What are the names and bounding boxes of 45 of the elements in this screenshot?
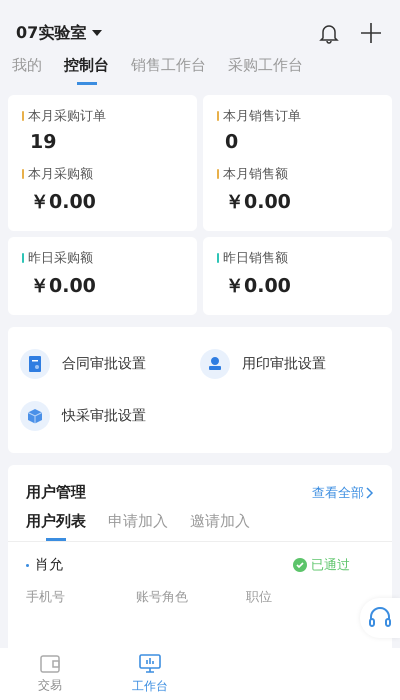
stat-value: 0 (224, 131, 240, 153)
stat-label: 昨日采购额 (28, 250, 93, 267)
stat-value: ￥0.00 (224, 274, 292, 299)
tab[interactable]: 用户列表 (26, 512, 86, 541)
stat-label: 本月采购额 (28, 166, 93, 183)
caret-icon (92, 30, 102, 36)
stat-label: 本月采购订单 (28, 108, 106, 125)
add-button[interactable] (360, 22, 382, 44)
document-icon (28, 356, 42, 372)
wallet-icon (40, 654, 60, 672)
nav-tab[interactable]: 工作台 (100, 648, 200, 700)
headset-icon (368, 606, 392, 630)
user-name: 肖允 (35, 556, 63, 574)
tab[interactable]: 邀请加入 (190, 512, 250, 541)
stat-label: 昨日销售额 (223, 250, 288, 267)
field-label: 账号角色 (136, 589, 189, 606)
section-title: 用户管理 (26, 483, 86, 502)
field-label: 手机号 (26, 589, 66, 606)
bullet-icon (26, 564, 29, 566)
support-button[interactable] (360, 598, 400, 638)
tab[interactable]: 采购工作台 (228, 56, 303, 85)
approval-setting-link[interactable]: 快采审批设置 (20, 401, 200, 431)
organization-selector[interactable]: 07实验室 (16, 22, 102, 44)
monitor-icon (139, 654, 161, 674)
stat-value: ￥0.00 (29, 190, 97, 215)
stat-value: ￥0.00 (224, 190, 292, 215)
check-circle-icon (293, 558, 307, 572)
stat-label: 本月销售订单 (223, 108, 301, 125)
approval-setting-link[interactable]: 用印审批设置 (200, 349, 380, 379)
status-label: 已通过 (293, 556, 350, 574)
tab[interactable]: 销售工作台 (131, 56, 206, 85)
tab[interactable]: 申请加入 (108, 512, 168, 541)
approval-setting-link[interactable]: 合同审批设置 (20, 349, 200, 379)
stamp-icon (207, 356, 223, 372)
view-all-link[interactable]: 查看全部 (312, 484, 374, 502)
stat-value: 19 (29, 131, 58, 153)
field-label: 职位 (246, 589, 273, 606)
tab[interactable]: 控制台 (64, 56, 109, 85)
nav-tab[interactable]: 交易 (0, 648, 100, 700)
stat-value: ￥0.00 (29, 274, 97, 299)
plus-icon (360, 22, 382, 44)
tab[interactable]: 我的 (12, 56, 42, 85)
cube-icon (27, 408, 43, 424)
stat-label: 本月销售额 (223, 166, 288, 183)
chevron-right-icon (366, 486, 374, 498)
